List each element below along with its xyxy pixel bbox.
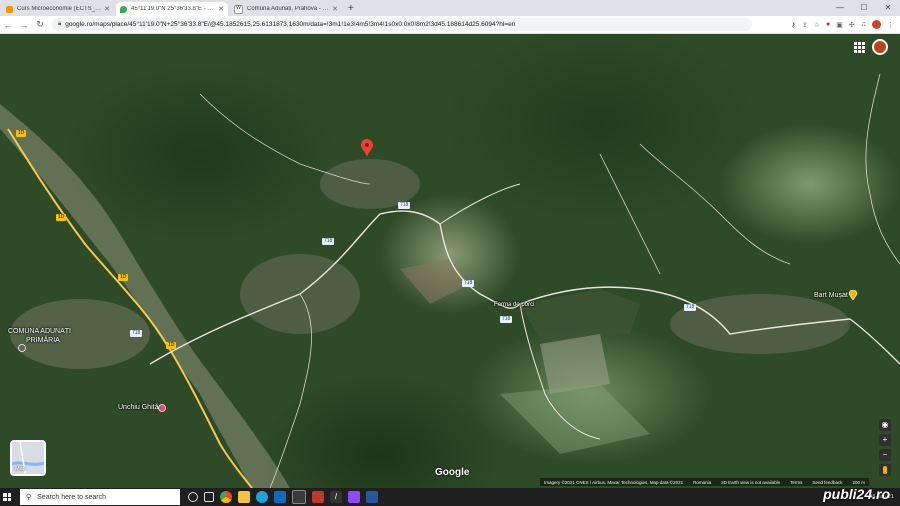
chrome-icon[interactable] xyxy=(220,491,232,503)
tab-title: Comuna Adunați, Prahova - Wiki... xyxy=(247,6,329,12)
government-building-icon[interactable] xyxy=(18,344,26,352)
road-shield: 1D xyxy=(118,274,129,281)
task-view-icon[interactable] xyxy=(204,492,214,502)
close-tab-icon[interactable]: ✕ xyxy=(218,5,224,13)
puzzle-icon[interactable]: ✣ xyxy=(849,21,855,29)
terms-link[interactable]: Terms xyxy=(790,480,802,485)
zoom-out-button[interactable]: − xyxy=(879,449,891,461)
profile-avatar[interactable] xyxy=(872,20,881,29)
taskbar-search-input[interactable]: ⚲ Search here to search xyxy=(20,489,180,505)
menu-icon[interactable]: ⋮ xyxy=(887,21,894,29)
window-controls: — ☐ ✕ xyxy=(828,0,900,16)
place-label-primaria[interactable]: PRIMĂRIA xyxy=(26,337,60,344)
map-controls: ◉ + − xyxy=(878,419,892,476)
scale-bar[interactable]: 200 m xyxy=(852,480,865,485)
share-icon[interactable]: ⇪ xyxy=(802,21,808,29)
app-icon[interactable]: / xyxy=(330,491,342,503)
tab-favicon-icon xyxy=(6,5,13,13)
new-tab-button[interactable]: + xyxy=(348,2,354,16)
word-icon[interactable] xyxy=(366,491,378,503)
tab-title: Curs Microeconomie (ECTS_1_1... xyxy=(17,6,102,12)
road-shield: 1D xyxy=(56,214,67,221)
extension-icon[interactable]: ▣ xyxy=(836,21,843,29)
browser-toolbar: ← → ↻ 🔒︎ google.ro/maps/place/45°11'19.0… xyxy=(0,16,900,34)
search-icon: ⚲ xyxy=(26,494,32,501)
twitch-icon[interactable] xyxy=(348,491,360,503)
close-window-icon[interactable]: ✕ xyxy=(876,0,900,16)
satellite-map[interactable]: 1D 1D 1D 1D 718 718 718 718 718 718 COMU… xyxy=(0,34,900,488)
task-view-icon[interactable] xyxy=(188,492,198,502)
location-pin-icon[interactable] xyxy=(361,139,373,157)
publi24-watermark: publi24.ro xyxy=(823,486,890,502)
place-label-comuna[interactable]: COMUNA ADUNAȚI xyxy=(8,328,71,335)
map-attribution: Imagery ©2021 CNES / Airbus, Maxar Techn… xyxy=(540,478,869,486)
maps-pin-icon xyxy=(120,5,127,13)
media-icon[interactable]: ♫ xyxy=(861,21,866,28)
minimize-icon[interactable]: — xyxy=(828,0,852,16)
close-tab-icon[interactable]: ✕ xyxy=(332,5,338,13)
road-shield: 1D xyxy=(16,130,27,137)
road-shield: 718 xyxy=(130,330,143,337)
store-icon[interactable] xyxy=(292,490,306,504)
search-placeholder: Search here to search xyxy=(37,493,107,501)
imagery-credit: Imagery ©2021 CNES / Airbus, Maxar Techn… xyxy=(544,479,684,485)
key-icon[interactable]: ⚷ xyxy=(791,21,796,29)
app-icon[interactable] xyxy=(312,491,324,503)
tab-microeconomie[interactable]: Curs Microeconomie (ECTS_1_1... ✕ xyxy=(2,2,114,16)
pegman-icon[interactable] xyxy=(879,464,891,476)
extensions-area: ⚷ ⇪ ☆ ● ▣ ✣ ♫ ⋮ xyxy=(791,20,894,29)
windows-start-icon[interactable] xyxy=(0,488,14,506)
zoom-in-button[interactable]: + xyxy=(879,434,891,446)
forward-icon[interactable]: → xyxy=(16,20,32,30)
earth-view-note: 3D Earth view is not available xyxy=(721,479,781,485)
compass-icon[interactable]: ◉ xyxy=(879,419,891,431)
place-label-unchiu[interactable]: Unchiu Ghiță xyxy=(118,404,158,411)
country-label[interactable]: Romania xyxy=(693,480,711,485)
mail-icon[interactable] xyxy=(274,491,286,503)
map-imagery xyxy=(0,73,900,488)
reload-icon[interactable]: ↻ xyxy=(32,19,48,30)
road-shield: 718 xyxy=(398,202,411,209)
back-icon[interactable]: ← xyxy=(0,20,16,30)
windows-taskbar: ⚲ Search here to search / 28-Jan-21 xyxy=(0,488,900,506)
feedback-link[interactable]: Send feedback xyxy=(812,480,842,485)
google-apps-icon[interactable] xyxy=(854,42,865,53)
address-bar[interactable]: 🔒︎ google.ro/maps/place/45°11'19.0"N+25°… xyxy=(52,18,752,31)
layers-label: Map xyxy=(15,466,26,472)
tab-strip: Curs Microeconomie (ECTS_1_1... ✕ 45°11'… xyxy=(0,0,900,16)
tab-title: 45°11'19.0"N 25°36'33.8"E - Goo... xyxy=(131,6,216,12)
close-tab-icon[interactable]: ✕ xyxy=(104,5,110,13)
road-shield: 718 xyxy=(462,280,475,287)
tab-google-maps[interactable]: 45°11'19.0"N 25°36'33.8"E - Goo... ✕ xyxy=(116,2,228,16)
map-layers-toggle[interactable]: Map xyxy=(10,440,46,476)
place-label-bart[interactable]: Bart Mușat xyxy=(814,292,848,299)
file-explorer-icon[interactable] xyxy=(238,491,250,503)
heart-poi-icon[interactable] xyxy=(158,404,166,412)
road-shield: 718 xyxy=(500,316,513,323)
wikipedia-icon: W xyxy=(234,4,243,14)
maximize-icon[interactable]: ☐ xyxy=(852,0,876,16)
tab-wikipedia[interactable]: W Comuna Adunați, Prahova - Wiki... ✕ xyxy=(230,2,342,16)
account-avatar[interactable] xyxy=(872,39,888,55)
poi-marker-icon[interactable] xyxy=(848,290,858,300)
taskbar-apps: / xyxy=(188,490,378,504)
road-shield: 718 xyxy=(684,304,697,311)
google-logo: Google xyxy=(435,467,470,478)
lock-icon: 🔒︎ xyxy=(58,21,62,27)
road-shield: 718 xyxy=(322,238,335,245)
place-label-ferma[interactable]: Ferma de porci xyxy=(494,302,534,308)
road-shield: 1D xyxy=(166,342,177,349)
url-text: google.ro/maps/place/45°11'19.0"N+25°36'… xyxy=(65,21,516,28)
star-icon[interactable]: ☆ xyxy=(814,21,820,29)
extension-icon[interactable]: ● xyxy=(826,21,830,28)
edge-icon[interactable] xyxy=(256,491,268,503)
